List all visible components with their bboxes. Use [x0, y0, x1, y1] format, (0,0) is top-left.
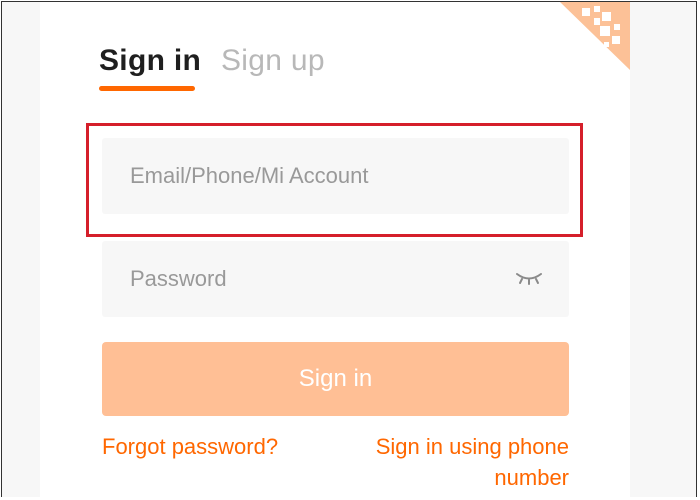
page-background-right — [630, 2, 696, 497]
sign-in-button[interactable]: Sign in — [102, 342, 569, 416]
active-tab-indicator — [99, 86, 195, 91]
page-background-left — [2, 2, 40, 497]
tab-sign-up[interactable]: Sign up — [221, 44, 325, 78]
tab-sign-in[interactable]: Sign in — [99, 44, 201, 78]
password-field — [102, 241, 569, 317]
phone-sign-in-link[interactable]: Sign in using phone number — [339, 431, 569, 493]
password-input[interactable] — [130, 241, 510, 317]
highlight-box — [86, 123, 583, 237]
eye-closed-icon[interactable] — [514, 267, 544, 289]
qr-code-icon[interactable] — [560, 2, 630, 70]
forgot-password-link[interactable]: Forgot password? — [102, 431, 278, 462]
